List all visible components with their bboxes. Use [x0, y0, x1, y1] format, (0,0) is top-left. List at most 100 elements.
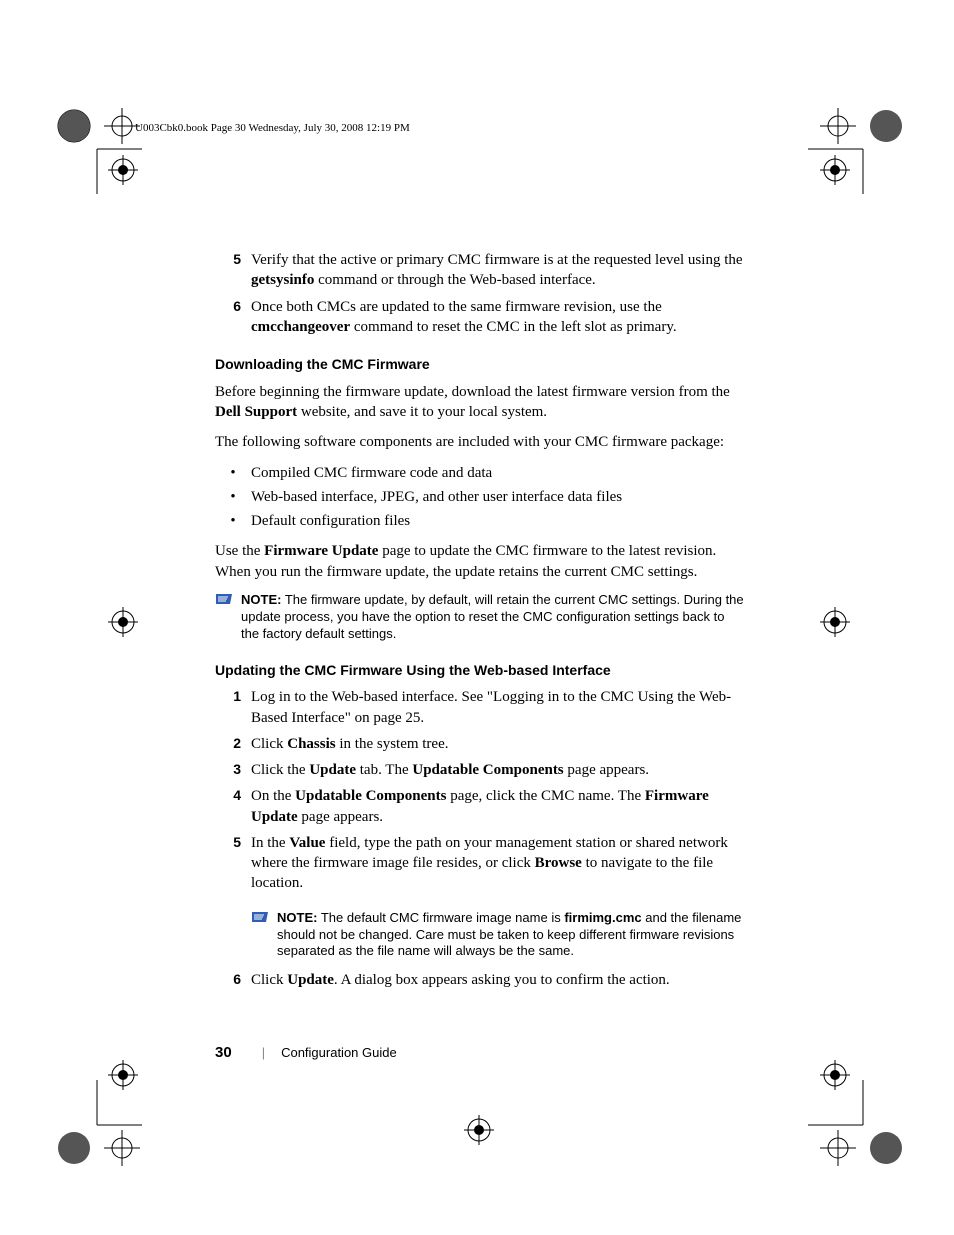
crop-mark-icon [108, 1060, 138, 1090]
bullet-icon: • [215, 487, 251, 507]
text-run: page appears. [298, 809, 383, 825]
step-text: Verify that the active or primary CMC fi… [251, 250, 745, 291]
list-item: 3Click the Update tab. The Updatable Com… [215, 760, 745, 780]
step-text: In the Value field, type the path on you… [251, 833, 745, 894]
bullet-text: Web-based interface, JPEG, and other use… [251, 487, 622, 507]
text-run: Updatable Components [412, 762, 563, 778]
text-run: On the [251, 788, 295, 804]
paragraph-use-firmware-update: Use the Firmware Update page to update t… [215, 541, 745, 582]
running-header: U003Cbk0.book Page 30 Wednesday, July 30… [135, 122, 410, 134]
note-body: NOTE: The firmware update, by default, w… [241, 592, 745, 643]
text-run: Dell Support [215, 404, 297, 420]
text-run: Log in to the Web-based interface. See "… [251, 689, 731, 725]
text-run: Verify that the active or primary CMC fi… [251, 252, 743, 268]
page-number: 30 [215, 1044, 232, 1061]
paragraph-before-begin: Before beginning the firmware update, do… [215, 382, 745, 423]
text-run: command to reset the CMC in the left slo… [350, 319, 676, 335]
note-firmware-filename: NOTE: The default CMC firmware image nam… [251, 910, 745, 961]
text-run: Firmware Update [264, 543, 378, 559]
step-text: Click the Update tab. The Updatable Comp… [251, 760, 745, 780]
paragraph-components: The following software components are in… [215, 432, 745, 452]
text-run: Browse [535, 855, 582, 871]
list-item: 4On the Updatable Components page, click… [215, 786, 745, 827]
text-run: Before beginning the firmware update, do… [215, 384, 730, 400]
list-item: •Web-based interface, JPEG, and other us… [215, 487, 745, 507]
step-6: 6Click Update. A dialog box appears aski… [215, 970, 745, 990]
list-item: 5Verify that the active or primary CMC f… [215, 250, 745, 291]
note-body: NOTE: The default CMC firmware image nam… [277, 910, 745, 961]
step-text: Click Chassis in the system tree. [251, 734, 745, 754]
heading-update-web: Updating the CMC Firmware Using the Web-… [215, 661, 745, 680]
update-steps: 1Log in to the Web-based interface. See … [215, 687, 745, 893]
text-run: The default CMC firmware image name is [321, 910, 564, 925]
text-run: Once both CMCs are updated to the same f… [251, 299, 662, 315]
continued-steps: 5Verify that the active or primary CMC f… [215, 250, 745, 337]
list-item: 6Click Update. A dialog box appears aski… [215, 970, 745, 990]
text-run: page, click the CMC name. The [446, 788, 644, 804]
bullet-icon: • [215, 511, 251, 531]
list-item: •Default configuration files [215, 511, 745, 531]
text-run: in the system tree. [336, 736, 449, 752]
step-number: 3 [215, 760, 251, 780]
crop-mark-icon [808, 104, 908, 194]
text-run: getsysinfo [251, 272, 314, 288]
step-number: 5 [215, 250, 251, 291]
step-number: 6 [215, 297, 251, 338]
crop-mark-icon [108, 607, 138, 637]
crop-mark-icon [464, 1115, 494, 1145]
list-item: 5In the Value field, type the path on yo… [215, 833, 745, 894]
note-icon [215, 592, 241, 643]
crop-mark-icon [52, 104, 142, 194]
crop-mark-icon [108, 155, 138, 185]
text-run: Update [309, 762, 356, 778]
text-run: website, and save it to your local syste… [297, 404, 547, 420]
note-text: The firmware update, by default, will re… [241, 592, 744, 641]
bullet-icon: • [215, 463, 251, 483]
page-footer: 30 | Configuration Guide [215, 1044, 397, 1061]
step-number: 5 [215, 833, 251, 894]
text-run: Click [251, 736, 287, 752]
crop-mark-icon [820, 1060, 850, 1090]
step-number: 1 [215, 687, 251, 728]
text-run: In the [251, 835, 289, 851]
page-body: 5Verify that the active or primary CMC f… [215, 250, 745, 1007]
note-label: NOTE: [241, 592, 281, 607]
text-run: Use the [215, 543, 264, 559]
components-bullets: •Compiled CMC firmware code and data•Web… [215, 463, 745, 532]
crop-mark-icon [808, 1080, 908, 1170]
step-number: 4 [215, 786, 251, 827]
step-text: Log in to the Web-based interface. See "… [251, 687, 745, 728]
crop-mark-icon [820, 155, 850, 185]
doc-title: Configuration Guide [281, 1045, 397, 1060]
list-item: •Compiled CMC firmware code and data [215, 463, 745, 483]
text-run: page appears. [564, 762, 649, 778]
text-run: tab. The [356, 762, 412, 778]
step-text: On the Updatable Components page, click … [251, 786, 745, 827]
text-run: Chassis [287, 736, 335, 752]
crop-mark-icon [820, 607, 850, 637]
heading-download: Downloading the CMC Firmware [215, 355, 745, 374]
list-item: 2Click Chassis in the system tree. [215, 734, 745, 754]
text-run: Update [287, 972, 334, 988]
text-run: Click the [251, 762, 309, 778]
text-run: cmcchangeover [251, 319, 350, 335]
bullet-text: Compiled CMC firmware code and data [251, 463, 492, 483]
step-text: Click Update. A dialog box appears askin… [251, 970, 745, 990]
footer-separator: | [262, 1045, 265, 1060]
step-number: 2 [215, 734, 251, 754]
text-run: firmimg.cmc [564, 910, 641, 925]
bullet-text: Default configuration files [251, 511, 410, 531]
text-run: Click [251, 972, 287, 988]
list-item: 1Log in to the Web-based interface. See … [215, 687, 745, 728]
text-run: command or through the Web-based interfa… [314, 272, 595, 288]
note-icon [251, 910, 277, 961]
text-run: Value [289, 835, 325, 851]
step-text: Once both CMCs are updated to the same f… [251, 297, 745, 338]
list-item: 6Once both CMCs are updated to the same … [215, 297, 745, 338]
text-run: . A dialog box appears asking you to con… [334, 972, 670, 988]
step-number: 6 [215, 970, 251, 990]
text-run: Updatable Components [295, 788, 446, 804]
note-firmware-retain: NOTE: The firmware update, by default, w… [215, 592, 745, 643]
crop-mark-icon [52, 1080, 142, 1170]
note-label: NOTE: [277, 910, 317, 925]
